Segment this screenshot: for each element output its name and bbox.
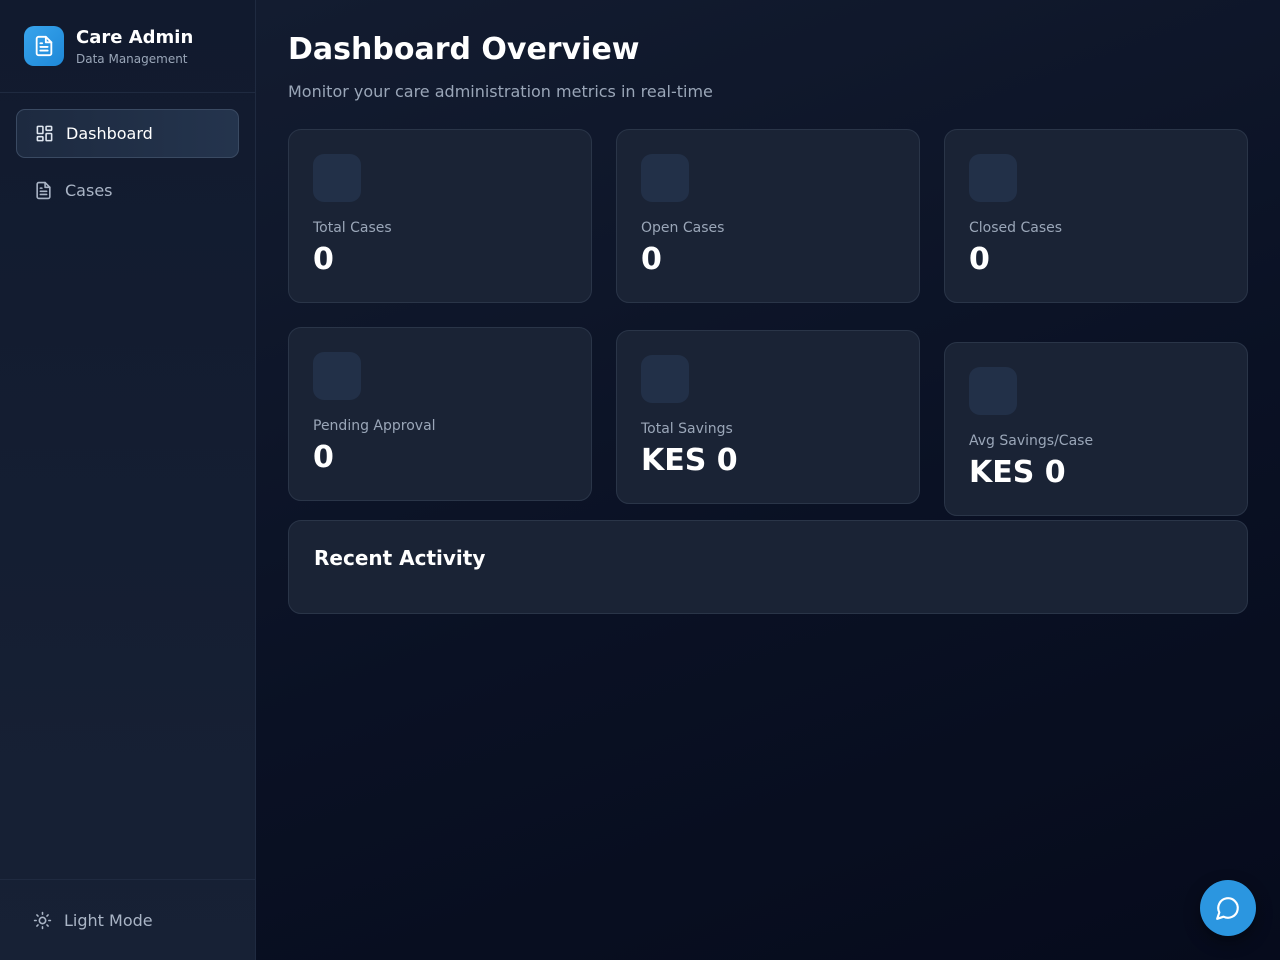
stat-icon-placeholder: [969, 154, 1017, 202]
recent-activity-title: Recent Activity: [314, 546, 486, 570]
stat-value: 0: [969, 242, 990, 277]
stat-label: Pending Approval: [313, 418, 436, 434]
sidebar-item-label: Cases: [65, 181, 113, 200]
brand-subtitle: Data Management: [76, 51, 188, 66]
stat-card-total-cases: Total Cases 0: [288, 129, 592, 303]
stat-label: Closed Cases: [969, 220, 1063, 236]
grid-icon: [34, 124, 54, 144]
stat-value: 0: [641, 242, 662, 277]
sidebar-item-dashboard[interactable]: Dashboard: [16, 109, 239, 158]
stat-icon-placeholder: [641, 154, 689, 202]
stat-label: Total Cases: [313, 220, 392, 236]
document-icon: [24, 26, 64, 66]
stat-card-pending-approval: Pending Approval 0: [288, 327, 592, 501]
brand: Care Admin Data Management: [0, 0, 255, 93]
page-title: Dashboard Overview: [288, 32, 640, 67]
brand-title: Care Admin: [76, 26, 194, 48]
light-mode-label: Light Mode: [64, 910, 153, 930]
chat-button[interactable]: [1200, 880, 1256, 936]
stat-icon-placeholder: [641, 355, 689, 403]
stat-value: 0: [313, 242, 334, 277]
chat-bubble-icon: [1215, 895, 1241, 921]
stat-value: KES 0: [641, 443, 738, 478]
app: Care Admin Data Management Dashboard Cas…: [0, 0, 1280, 960]
stat-icon-placeholder: [313, 352, 361, 400]
stat-value: 0: [313, 440, 334, 475]
sun-icon: [32, 910, 52, 930]
stats-grid: Total Cases 0 Open Cases 0 Closed Cases …: [288, 129, 1248, 521]
sidebar-item-cases[interactable]: Cases: [16, 166, 239, 215]
stat-card-total-savings: Total Savings KES 0: [616, 330, 920, 504]
stat-value: KES 0: [969, 455, 1066, 490]
stat-card-avg-savings: Avg Savings/Case KES 0: [944, 342, 1248, 516]
stat-label: Avg Savings/Case: [969, 433, 1094, 449]
document-icon: [33, 181, 53, 201]
stat-card-open-cases: Open Cases 0: [616, 129, 920, 303]
stat-icon-placeholder: [313, 154, 361, 202]
stat-label: Total Savings: [641, 421, 733, 437]
stat-label: Open Cases: [641, 220, 725, 236]
main-content: Dashboard Overview Monitor your care adm…: [256, 0, 1280, 960]
light-mode-toggle[interactable]: Light Mode: [0, 879, 255, 960]
sidebar: Care Admin Data Management Dashboard Cas…: [0, 0, 256, 960]
sidebar-nav: Dashboard Cases: [0, 93, 255, 239]
stat-card-closed-cases: Closed Cases 0: [944, 129, 1248, 303]
stat-icon-placeholder: [969, 367, 1017, 415]
page-subtitle: Monitor your care administration metrics…: [288, 82, 713, 101]
sidebar-item-label: Dashboard: [66, 124, 153, 143]
recent-activity-panel: Recent Activity: [288, 520, 1248, 614]
